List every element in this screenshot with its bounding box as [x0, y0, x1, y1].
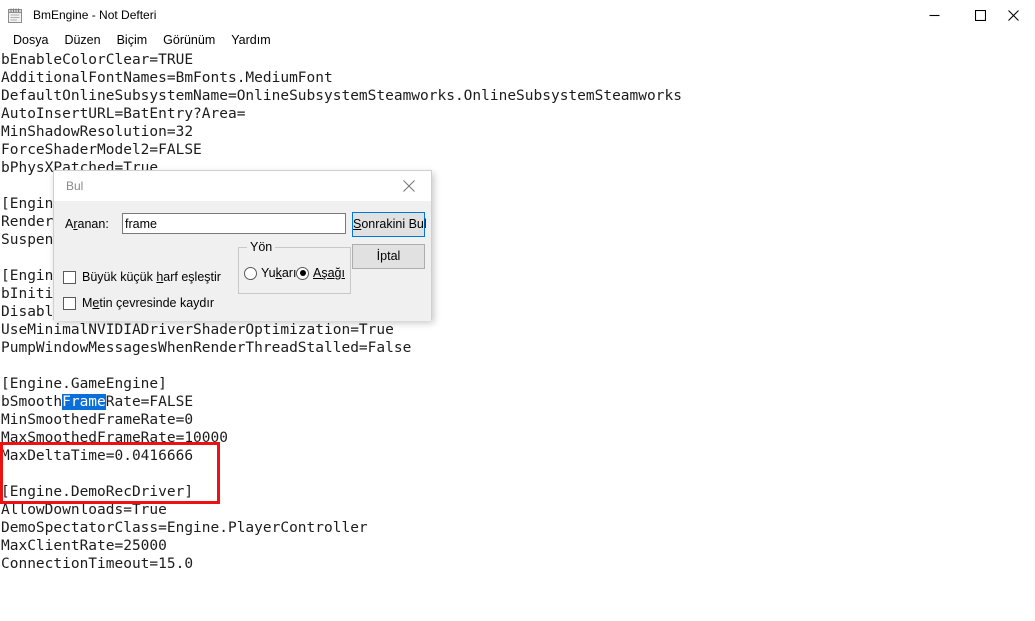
maximize-button[interactable]: [957, 0, 1003, 30]
checkbox-unchecked-icon: [63, 296, 76, 310]
direction-group-label: Yön: [247, 240, 276, 254]
checkbox-match-case[interactable]: Büyük küçük harf eşleştir: [63, 270, 221, 284]
radio-checked-icon: [296, 266, 309, 280]
radio-unchecked-icon: [244, 266, 257, 280]
notepad-icon: [7, 7, 24, 24]
selected-text: Frame: [62, 394, 106, 410]
find-next-label: onrakini Bul: [361, 217, 427, 231]
radio-direction-down[interactable]: Aşağı: [296, 266, 345, 280]
menu-dosya[interactable]: Dosya: [5, 31, 56, 50]
notepad-window: BmEngine - Not Defteri Dosya Düzen Biçim…: [0, 0, 1035, 621]
find-dialog-body: Aranan: Sonrakini Bul İptal Yön Yukarı A…: [54, 202, 431, 321]
close-icon: [1007, 9, 1019, 21]
find-dialog-title-bar: Bul: [54, 171, 431, 202]
menu-yardim[interactable]: Yardım: [223, 31, 278, 50]
checkbox-unchecked-icon: [63, 270, 76, 284]
menu-gorunum[interactable]: Görünüm: [155, 31, 223, 50]
caption-buttons: [911, 0, 1035, 30]
menu-duzen[interactable]: Düzen: [56, 31, 108, 50]
title-bar: BmEngine - Not Defteri: [0, 0, 1035, 30]
checkbox-wrap-around-label: Metin çevresinde kaydır: [82, 296, 215, 310]
find-dialog: Bul Aranan: Sonrakini Bul İptal Yön Yuka…: [53, 170, 432, 321]
radio-down-label: Aşağı: [313, 266, 345, 280]
find-next-button[interactable]: Sonrakini Bul: [352, 212, 427, 237]
close-button[interactable]: [1003, 0, 1035, 30]
menu-bar: Dosya Düzen Biçim Görünüm Yardım: [0, 30, 1035, 51]
checkbox-wrap-around[interactable]: Metin çevresinde kaydır: [63, 296, 214, 310]
search-field-label: Aranan:: [65, 217, 109, 231]
cancel-button[interactable]: İptal: [352, 244, 425, 269]
maximize-icon: [974, 9, 986, 21]
find-dialog-close-button[interactable]: [387, 171, 431, 201]
search-input[interactable]: [122, 213, 346, 234]
radio-direction-up[interactable]: Yukarı: [244, 266, 296, 280]
close-icon: [403, 180, 415, 192]
find-dialog-title: Bul: [66, 179, 84, 193]
window-title: BmEngine - Not Defteri: [33, 8, 157, 22]
editor-text-after: Rate=FALSE MinSmoothedFrameRate=0 MaxSmo…: [1, 394, 368, 572]
text-editor-area[interactable]: bEnableColorClear=TRUE AdditionalFontNam…: [0, 51, 1035, 621]
minimize-icon: [929, 14, 939, 16]
menu-bicim[interactable]: Biçim: [109, 31, 156, 50]
radio-up-label: Yukarı: [261, 266, 297, 280]
direction-group: Yön Yukarı Aşağı: [238, 240, 351, 294]
minimize-button[interactable]: [911, 0, 957, 30]
checkbox-match-case-label: Büyük küçük harf eşleştir: [82, 270, 221, 284]
